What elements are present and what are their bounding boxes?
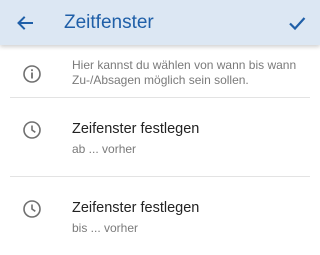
- info-row: Hier kannst du wählen von wann bis wann …: [0, 45, 320, 97]
- arrow-left-icon: [17, 16, 33, 30]
- clock-icon: [22, 120, 42, 145]
- page-title: Zeitfenster: [64, 12, 154, 33]
- setting-row-from[interactable]: Zeifenster festlegen ab ... vorher: [0, 98, 320, 176]
- setting-value: bis ... vorher: [72, 221, 139, 235]
- setting-value: ab ... vorher: [72, 142, 137, 156]
- back-button[interactable]: [10, 8, 40, 38]
- info-icon: [22, 64, 42, 89]
- check-icon: [289, 17, 306, 31]
- app-bar: Zeitfenster: [0, 0, 320, 45]
- confirm-button[interactable]: [282, 8, 312, 38]
- clock-icon: [22, 199, 42, 224]
- setting-label: Zeifenster festlegen: [72, 121, 200, 137]
- info-text: Hier kannst du wählen von wann bis wann …: [72, 58, 297, 87]
- setting-label: Zeifenster festlegen: [72, 200, 200, 216]
- setting-row-until[interactable]: Zeifenster festlegen bis ... vorher: [0, 177, 320, 255]
